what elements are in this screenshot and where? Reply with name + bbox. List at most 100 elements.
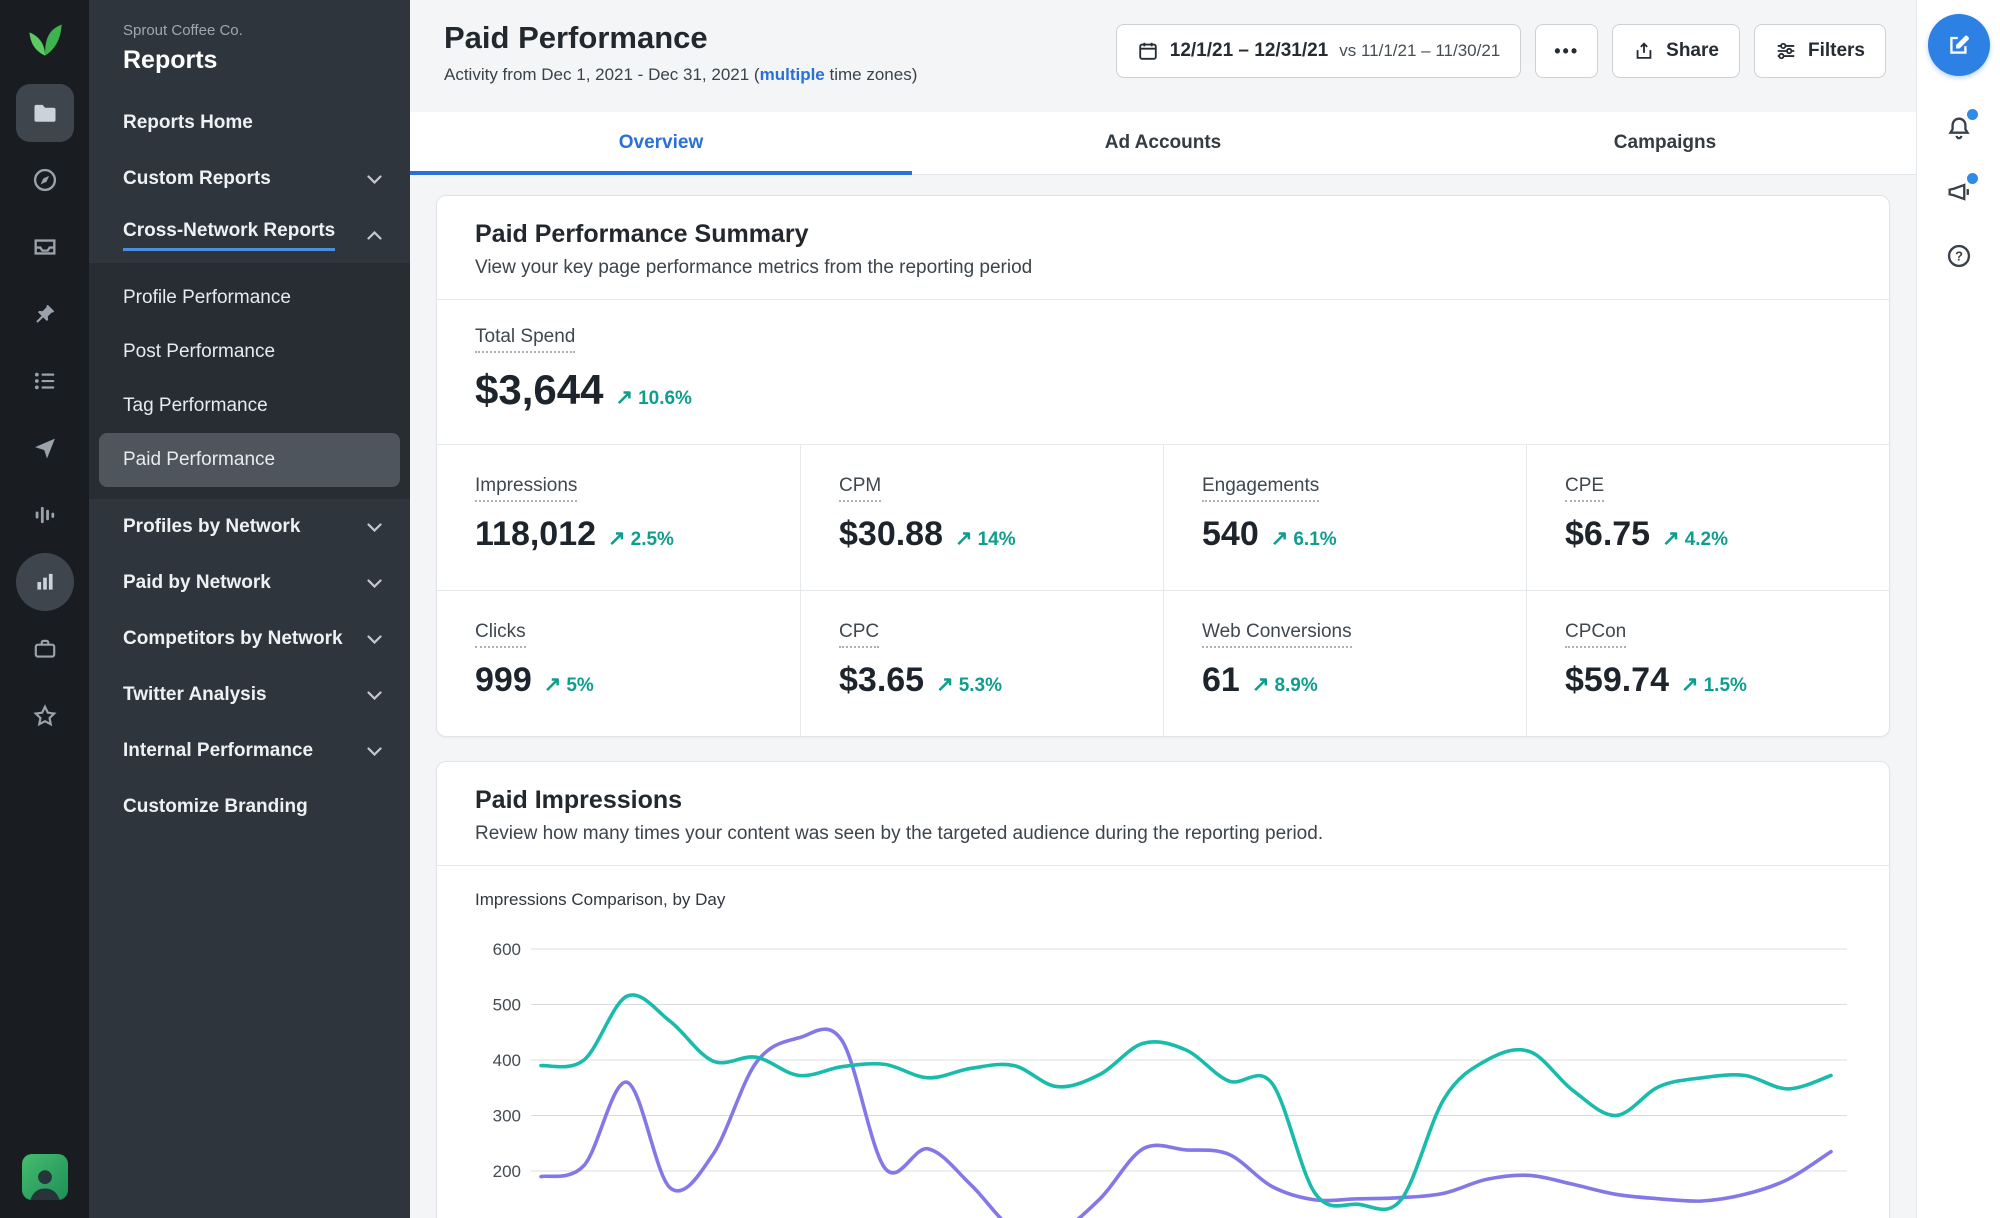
- sidebar-item-customize-branding[interactable]: Customize Branding: [89, 779, 410, 835]
- notification-dot: [1964, 171, 1980, 186]
- company-name: Sprout Coffee Co.: [123, 22, 243, 39]
- chevron-up-icon: [367, 230, 382, 240]
- sprout-logo[interactable]: [22, 16, 68, 62]
- paid-performance-summary-card: Paid Performance Summary View your key p…: [436, 195, 1890, 737]
- chevron-down-icon: [367, 690, 382, 700]
- svg-text:?: ?: [1955, 249, 1963, 264]
- rail-publishing-button[interactable]: [16, 285, 74, 343]
- sidebar-item-profiles-by-network[interactable]: Profiles by Network: [89, 499, 410, 555]
- sidebar-item-reports-home[interactable]: Reports Home: [89, 95, 410, 151]
- metric-cpe: CPE $6.75 ↗ 4.2%: [1526, 445, 1889, 590]
- paper-plane-icon: [34, 438, 55, 459]
- multiple-timezones-link[interactable]: multiple: [760, 65, 825, 84]
- rail-messages-button[interactable]: [16, 419, 74, 477]
- metric-delta: ↗ 14%: [955, 527, 1016, 550]
- metric-label[interactable]: CPCon: [1565, 621, 1627, 648]
- total-spend-label[interactable]: Total Spend: [475, 326, 576, 353]
- user-avatar[interactable]: [21, 1154, 68, 1200]
- sidebar-item-internal-performance[interactable]: Internal Performance: [89, 723, 410, 779]
- chevron-down-icon: [367, 578, 382, 588]
- pin-icon: [35, 304, 54, 323]
- ellipsis-icon: •••: [1554, 40, 1580, 61]
- svg-text:200: 200: [493, 1162, 521, 1181]
- metric-delta: ↗ 5.3%: [936, 673, 1003, 696]
- rail-dashboard-button[interactable]: [16, 151, 74, 209]
- app-root: Sprout Coffee Co. Reports Reports Home C…: [0, 0, 2000, 1218]
- cross-network-subsection: Profile Performance Post Performance Tag…: [89, 263, 410, 499]
- right-utility-rail: ?: [1916, 0, 2000, 1218]
- sidebar-item-custom-reports[interactable]: Custom Reports: [89, 151, 410, 207]
- metric-value: $30.88: [839, 515, 943, 553]
- share-icon: [1636, 42, 1652, 59]
- metric-delta: ↗ 8.9%: [1251, 673, 1318, 696]
- sidebar-item-cross-network-reports[interactable]: Cross-Network Reports: [89, 207, 410, 263]
- metric-label[interactable]: CPC: [839, 621, 880, 648]
- chart-label: Impressions Comparison, by Day: [475, 890, 726, 909]
- more-options-button[interactable]: •••: [1535, 24, 1599, 78]
- tab-overview[interactable]: Overview: [410, 112, 912, 175]
- notifications-button[interactable]: [1935, 104, 1983, 152]
- rail-listening-button[interactable]: [16, 486, 74, 544]
- total-spend-value: $3,644: [475, 366, 604, 413]
- report-content: Paid Performance Summary View your key p…: [410, 175, 1916, 1218]
- rail-inbox-button[interactable]: [16, 218, 74, 276]
- list-icon: [34, 372, 54, 390]
- app-icon-rail: [0, 0, 89, 1218]
- sidebar-item-post-performance[interactable]: Post Performance: [99, 325, 400, 379]
- sidebar-item-paid-performance[interactable]: Paid Performance: [99, 433, 400, 487]
- metric-label[interactable]: Clicks: [475, 621, 526, 648]
- metric-value: $6.75: [1565, 515, 1651, 553]
- impressions-card-header: Paid Impressions Review how many times y…: [437, 762, 1889, 866]
- calendar-icon: [1139, 42, 1157, 60]
- svg-text:300: 300: [493, 1107, 521, 1126]
- folder-icon: [34, 104, 55, 122]
- metric-value: 118,012: [475, 515, 597, 553]
- trend-up-icon: ↗: [955, 527, 973, 550]
- tab-ad-accounts[interactable]: Ad Accounts: [912, 112, 1414, 174]
- chevron-down-icon: [367, 746, 382, 756]
- notification-dot: [1964, 107, 1980, 122]
- metric-value: 61: [1202, 661, 1240, 699]
- page-header: Paid Performance Activity from Dec 1, 20…: [410, 0, 1916, 112]
- metric-label[interactable]: CPM: [839, 475, 882, 502]
- product-updates-button[interactable]: [1935, 168, 1983, 216]
- paid-impressions-card: Paid Impressions Review how many times y…: [436, 761, 1890, 1218]
- help-button[interactable]: ?: [1935, 232, 1983, 280]
- rail-analytics-button[interactable]: [15, 553, 74, 611]
- star-icon: [32, 704, 57, 727]
- sidebar-item-profile-performance[interactable]: Profile Performance: [99, 271, 400, 325]
- purple-series-line: [539, 1027, 1833, 1218]
- rail-reports-button[interactable]: [15, 84, 74, 142]
- page-header-text: Paid Performance Activity from Dec 1, 20…: [444, 20, 917, 85]
- sidebar-item-tag-performance[interactable]: Tag Performance: [99, 379, 400, 433]
- share-button[interactable]: Share: [1612, 24, 1740, 78]
- filters-button[interactable]: Filters: [1753, 24, 1886, 78]
- chevron-down-icon: [367, 522, 382, 532]
- metric-label[interactable]: CPE: [1565, 475, 1605, 502]
- metric-label[interactable]: Web Conversions: [1202, 621, 1352, 648]
- date-range-button[interactable]: 12/1/21 – 12/31/21 vs 11/1/21 – 11/30/21: [1115, 24, 1522, 78]
- metric-delta: ↗ 6.1%: [1270, 527, 1337, 550]
- impressions-line-chart: 600 500 400 300 200: [493, 940, 1847, 1218]
- sidebar-item-paid-by-network[interactable]: Paid by Network: [89, 555, 410, 611]
- sidebar-item-twitter-analysis[interactable]: Twitter Analysis: [89, 667, 410, 723]
- trend-up-icon: ↗: [1270, 527, 1289, 550]
- svg-text:500: 500: [493, 996, 521, 1015]
- briefcase-icon: [34, 639, 55, 658]
- metric-label[interactable]: Engagements: [1202, 475, 1320, 502]
- metric-label[interactable]: Impressions: [475, 475, 578, 502]
- svg-text:600: 600: [493, 940, 521, 959]
- tab-campaigns[interactable]: Campaigns: [1414, 112, 1916, 174]
- metric-value: $3.65: [839, 661, 925, 699]
- compose-button[interactable]: [1927, 14, 1990, 76]
- compose-pencil-icon: [1949, 35, 1969, 54]
- chevron-down-icon: [367, 634, 382, 644]
- sidebar-item-competitors-by-network[interactable]: Competitors by Network: [89, 611, 410, 667]
- impressions-chart-block: Impressions Comparison, by Day 600 500 400…: [437, 866, 1889, 1218]
- rail-tasks-button[interactable]: [16, 620, 74, 678]
- trend-up-icon: ↗: [1251, 673, 1270, 696]
- rail-reviews-button[interactable]: [16, 687, 74, 745]
- rail-feeds-button[interactable]: [16, 352, 74, 410]
- summary-card-subtitle: View your key page performance metrics f…: [475, 257, 1033, 278]
- header-actions: 12/1/21 – 12/31/21 vs 11/1/21 – 11/30/21…: [1115, 24, 1886, 78]
